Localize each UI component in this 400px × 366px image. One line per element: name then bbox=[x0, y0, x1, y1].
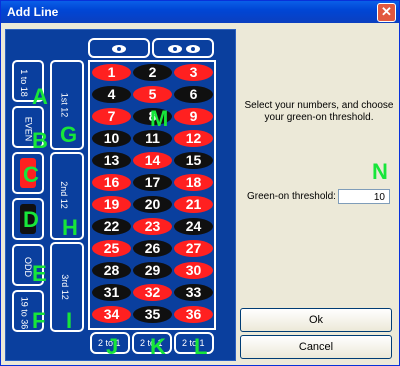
overlay-letter-g: G bbox=[60, 122, 78, 147]
number-2[interactable]: 2 bbox=[133, 64, 172, 81]
title-bar: Add Line ✕ bbox=[1, 1, 399, 23]
instructions-text: Select your numbers, and choose your gre… bbox=[244, 100, 394, 123]
number-30[interactable]: 30 bbox=[174, 262, 213, 279]
close-button[interactable]: ✕ bbox=[377, 3, 396, 22]
double-zero-box[interactable] bbox=[152, 38, 214, 58]
number-6[interactable]: 6 bbox=[174, 86, 213, 103]
dozen-second-label: 2nd 12 bbox=[58, 181, 69, 209]
outside-label-low: 1 to 18 bbox=[18, 69, 29, 97]
number-33[interactable]: 33 bbox=[174, 284, 213, 301]
overlay-letter-d: D bbox=[23, 207, 39, 232]
threshold-input[interactable]: 10 bbox=[338, 189, 390, 204]
window-title: Add Line bbox=[7, 5, 59, 19]
dozen-third-label: 3rd 12 bbox=[59, 274, 70, 300]
number-36[interactable]: 36 bbox=[174, 306, 213, 323]
overlay-letter-k: K bbox=[150, 334, 166, 359]
overlay-letter-h: H bbox=[62, 215, 78, 240]
overlay-letter-b: B bbox=[32, 128, 48, 153]
number-24[interactable]: 24 bbox=[174, 218, 213, 235]
double-zero-icon bbox=[168, 45, 182, 53]
number-18[interactable]: 18 bbox=[174, 174, 213, 191]
dozen-first-label: 1st 12 bbox=[59, 92, 70, 118]
overlay-letter-l: L bbox=[194, 334, 208, 359]
overlay-letter-m: M bbox=[150, 106, 169, 131]
number-28[interactable]: 28 bbox=[92, 262, 131, 279]
number-26[interactable]: 26 bbox=[133, 240, 172, 257]
number-20[interactable]: 20 bbox=[133, 196, 172, 213]
number-17[interactable]: 17 bbox=[133, 174, 172, 191]
overlay-letter-j: J bbox=[106, 334, 119, 359]
number-35[interactable]: 35 bbox=[133, 306, 172, 323]
number-grid: 1 2 3 4 5 6 7 8 9 10 11 12 13 14 15 16 17 18 19 20 21 22 23 24 2… bbox=[88, 60, 216, 330]
threshold-label: Green-on threshold: bbox=[247, 191, 336, 202]
number-13[interactable]: 13 bbox=[92, 152, 131, 169]
number-23[interactable]: 23 bbox=[133, 218, 172, 235]
overlay-letter-n: N bbox=[372, 159, 388, 184]
outside-label-high: 19 to 36 bbox=[19, 296, 30, 330]
number-9[interactable]: 9 bbox=[174, 108, 213, 125]
ok-button[interactable]: Ok bbox=[240, 308, 392, 332]
number-19[interactable]: 19 bbox=[92, 196, 131, 213]
zero-icon bbox=[112, 45, 126, 53]
double-zero-icon-2 bbox=[186, 45, 200, 53]
number-15[interactable]: 15 bbox=[174, 152, 213, 169]
close-icon: ✕ bbox=[381, 4, 392, 19]
number-3[interactable]: 3 bbox=[174, 64, 213, 81]
number-16[interactable]: 16 bbox=[92, 174, 131, 191]
number-21[interactable]: 21 bbox=[174, 196, 213, 213]
overlay-letter-e: E bbox=[32, 261, 47, 286]
roulette-board: 1 2 3 4 5 6 7 8 9 10 11 12 13 14 15 16 17 18 19 20 21 22 23 24 2… bbox=[5, 29, 236, 361]
number-5[interactable]: 5 bbox=[133, 86, 172, 103]
zero-box[interactable] bbox=[88, 38, 150, 58]
number-27[interactable]: 27 bbox=[174, 240, 213, 257]
add-line-dialog: Add Line ✕ 1 2 3 4 5 6 7 8 9 10 11 12 13 14 15 16 17 18 19… bbox=[0, 0, 400, 366]
number-31[interactable]: 31 bbox=[92, 284, 131, 301]
number-10[interactable]: 10 bbox=[92, 130, 131, 147]
number-1[interactable]: 1 bbox=[92, 64, 131, 81]
overlay-letter-i: I bbox=[66, 308, 73, 333]
overlay-letter-c: C bbox=[23, 162, 39, 187]
overlay-letter-f: F bbox=[32, 308, 46, 333]
number-12[interactable]: 12 bbox=[174, 130, 213, 147]
number-22[interactable]: 22 bbox=[92, 218, 131, 235]
number-4[interactable]: 4 bbox=[92, 86, 131, 103]
overlay-letter-a: A bbox=[32, 84, 48, 109]
number-25[interactable]: 25 bbox=[92, 240, 131, 257]
number-32[interactable]: 32 bbox=[133, 284, 172, 301]
number-14[interactable]: 14 bbox=[133, 152, 172, 169]
cancel-button[interactable]: Cancel bbox=[240, 335, 392, 359]
number-29[interactable]: 29 bbox=[133, 262, 172, 279]
number-7[interactable]: 7 bbox=[92, 108, 131, 125]
number-11[interactable]: 11 bbox=[133, 130, 172, 147]
number-34[interactable]: 34 bbox=[92, 306, 131, 323]
